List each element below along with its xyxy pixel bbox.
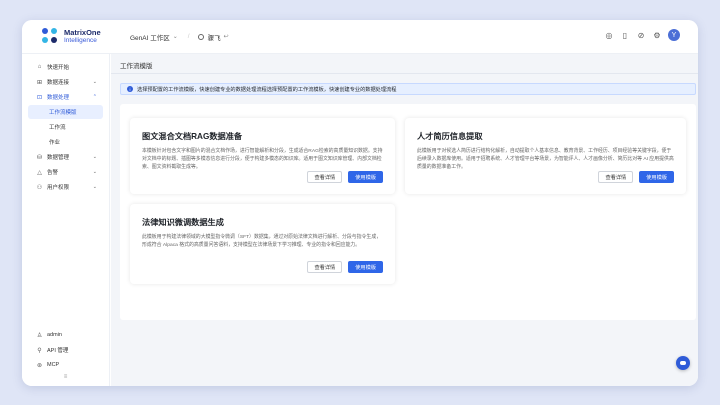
- sidebar-item-api[interactable]: ⚲ API 管理: [28, 343, 103, 357]
- sidebar-item-label: API 管理: [47, 348, 69, 354]
- sidebar-item-label: 工作流: [49, 125, 66, 131]
- sidebar-item-label: 数据处理: [47, 95, 70, 101]
- card-title: 法律知识微调数据生成: [142, 218, 224, 227]
- share-icon[interactable]: ⊘: [636, 30, 646, 40]
- sidebar-item-alerts[interactable]: △ 告警 ⌄: [28, 165, 103, 179]
- chevron-down-icon: ⌄: [92, 79, 97, 85]
- use-template-button[interactable]: 使用模版: [348, 171, 383, 183]
- view-details-button[interactable]: 查看详情: [598, 171, 634, 183]
- bell-icon: △: [37, 169, 42, 176]
- user-icon: [197, 33, 204, 40]
- sidebar-item-workflow-templates[interactable]: 工作流模版: [28, 105, 103, 119]
- link-icon: ⊞: [36, 79, 43, 86]
- use-template-button[interactable]: 使用模版: [348, 261, 383, 273]
- app-window: MatrixOne Intelligence GenAI 工作区 ⌄ / 骤飞 …: [22, 20, 698, 386]
- view-details-button[interactable]: 查看详情: [307, 171, 343, 183]
- sidebar-item-label: admin: [47, 332, 62, 338]
- divider: /: [187, 33, 190, 40]
- sidebar-item-mcp[interactable]: ⊛ MCP: [28, 358, 103, 372]
- info-icon: i: [127, 86, 133, 92]
- sidebar-footer: ♙ admin ⚲ API 管理 ⊛ MCP ≡: [22, 327, 109, 380]
- brand-name: MatrixOne: [64, 27, 101, 37]
- collapse-sidebar-icon[interactable]: ≡: [22, 374, 109, 380]
- assistant-bot-icon[interactable]: [676, 356, 690, 370]
- workspace-selector[interactable]: GenAI 工作区 ⌄ / 骤飞 ↩: [130, 32, 229, 42]
- chevron-down-icon: ⌄: [172, 34, 178, 40]
- process-icon: ⊡: [36, 94, 43, 101]
- sidebar-item-label: 作业: [49, 140, 61, 146]
- chevron-up-icon: ⌃: [92, 94, 97, 100]
- book-icon[interactable]: ▯: [620, 30, 630, 40]
- mcp-icon: ⊛: [36, 362, 43, 369]
- sidebar-item-data-processing[interactable]: ⊡ 数据处理 ⌃: [28, 90, 103, 104]
- brand-subname: Intelligence: [64, 36, 97, 44]
- sidebar-item-user-permissions[interactable]: ⚇ 用户权限 ⌄: [28, 180, 103, 194]
- chevron-down-icon: ⌄: [92, 154, 97, 160]
- main-content: 工作流模版 i 选择预配置的工作流模版，快速创建专业的数据处理流程选择预配置的工…: [111, 54, 698, 386]
- user-icon: ♙: [36, 332, 43, 339]
- headset-icon[interactable]: ◎: [604, 30, 614, 40]
- workspace-user-label: 骤飞: [207, 34, 221, 42]
- sidebar-item-label: 告警: [47, 170, 59, 176]
- gear-icon[interactable]: ⚙: [652, 30, 662, 40]
- chevron-down-icon: ⌄: [92, 184, 97, 190]
- template-panel: 图文混合文档RAG数据准备 本模板针对包含文字和图片的混合文档作场，进行智能解析…: [120, 104, 696, 320]
- top-bar: MatrixOne Intelligence GenAI 工作区 ⌄ / 骤飞 …: [22, 20, 698, 54]
- template-card: 法律知识微调数据生成 此模板用于构建法律领域的大模型指令微调（SFT）数据集，通…: [130, 204, 395, 284]
- sidebar-item-quickstart[interactable]: ⌂ 快速开始: [28, 60, 103, 74]
- edit-icon[interactable]: ↩: [224, 33, 229, 40]
- users-icon: ⚇: [36, 184, 43, 191]
- info-text: 选择预配置的工作流模版，快速创建专业的数据处理流程选择预配置的工作流模板，快速创…: [137, 86, 397, 93]
- logo-icon: [42, 27, 60, 46]
- avatar[interactable]: Y: [668, 29, 680, 41]
- chevron-down-icon: ⌄: [92, 169, 97, 175]
- card-description: 本模板针对包含文字和图片的混合文档作场，进行智能解析和分段，生成适合RAG检索的…: [142, 149, 383, 170]
- info-banner: i 选择预配置的工作流模版，快速创建专业的数据处理流程选择预配置的工作流模板，快…: [120, 83, 696, 95]
- sidebar-item-label: 快速开始: [47, 65, 70, 71]
- template-card: 人才简历信息提取 此模板用于对候选人简历进行结构化解析，自动提取个人基本信息、教…: [405, 118, 686, 194]
- brand-logo[interactable]: MatrixOne Intelligence: [42, 27, 126, 46]
- sidebar: ⌂ 快速开始 ⊞ 数据连接 ⌄ ⊡ 数据处理 ⌃ 工作流模版 工作流 作业 ⛁ …: [22, 54, 110, 386]
- sidebar-item-data-management[interactable]: ⛁ 数据管理 ⌄: [28, 150, 103, 164]
- api-icon: ⚲: [37, 347, 42, 354]
- sidebar-item-label: 数据连接: [47, 80, 70, 86]
- card-description: 此模板用于构建法律领域的大模型指令微调（SFT）数据集，通过对原始法律文档进行解…: [142, 235, 382, 248]
- workspace-label: GenAI 工作区: [130, 34, 170, 42]
- sidebar-item-workflows[interactable]: 工作流: [28, 120, 103, 134]
- sidebar-item-label: MCP: [47, 362, 60, 368]
- sidebar-item-label: 工作流模版: [49, 110, 77, 116]
- template-card: 图文混合文档RAG数据准备 本模板针对包含文字和图片的混合文档作场，进行智能解析…: [130, 118, 395, 194]
- sidebar-item-data-connection[interactable]: ⊞ 数据连接 ⌄: [28, 75, 103, 89]
- divider: [111, 73, 698, 74]
- sidebar-item-admin[interactable]: ♙ admin: [28, 328, 103, 342]
- header-actions: ◎ ▯ ⊘ ⚙ Y: [604, 29, 680, 41]
- rocket-icon: ⌂: [37, 64, 42, 70]
- page-title: 工作流模版: [120, 63, 153, 70]
- view-details-button[interactable]: 查看详情: [307, 261, 343, 273]
- use-template-button[interactable]: 使用模版: [639, 171, 674, 183]
- card-title: 人才简历信息提取: [417, 132, 483, 141]
- sidebar-item-jobs[interactable]: 作业: [28, 135, 103, 149]
- card-description: 此模板用于对候选人简历进行结构化解析，自动提取个人基本信息、教育背景、工作经历、…: [417, 149, 674, 170]
- sidebar-item-label: 用户权限: [47, 185, 70, 191]
- database-icon: ⛁: [36, 154, 43, 161]
- card-title: 图文混合文档RAG数据准备: [142, 132, 243, 141]
- sidebar-item-label: 数据管理: [47, 155, 70, 161]
